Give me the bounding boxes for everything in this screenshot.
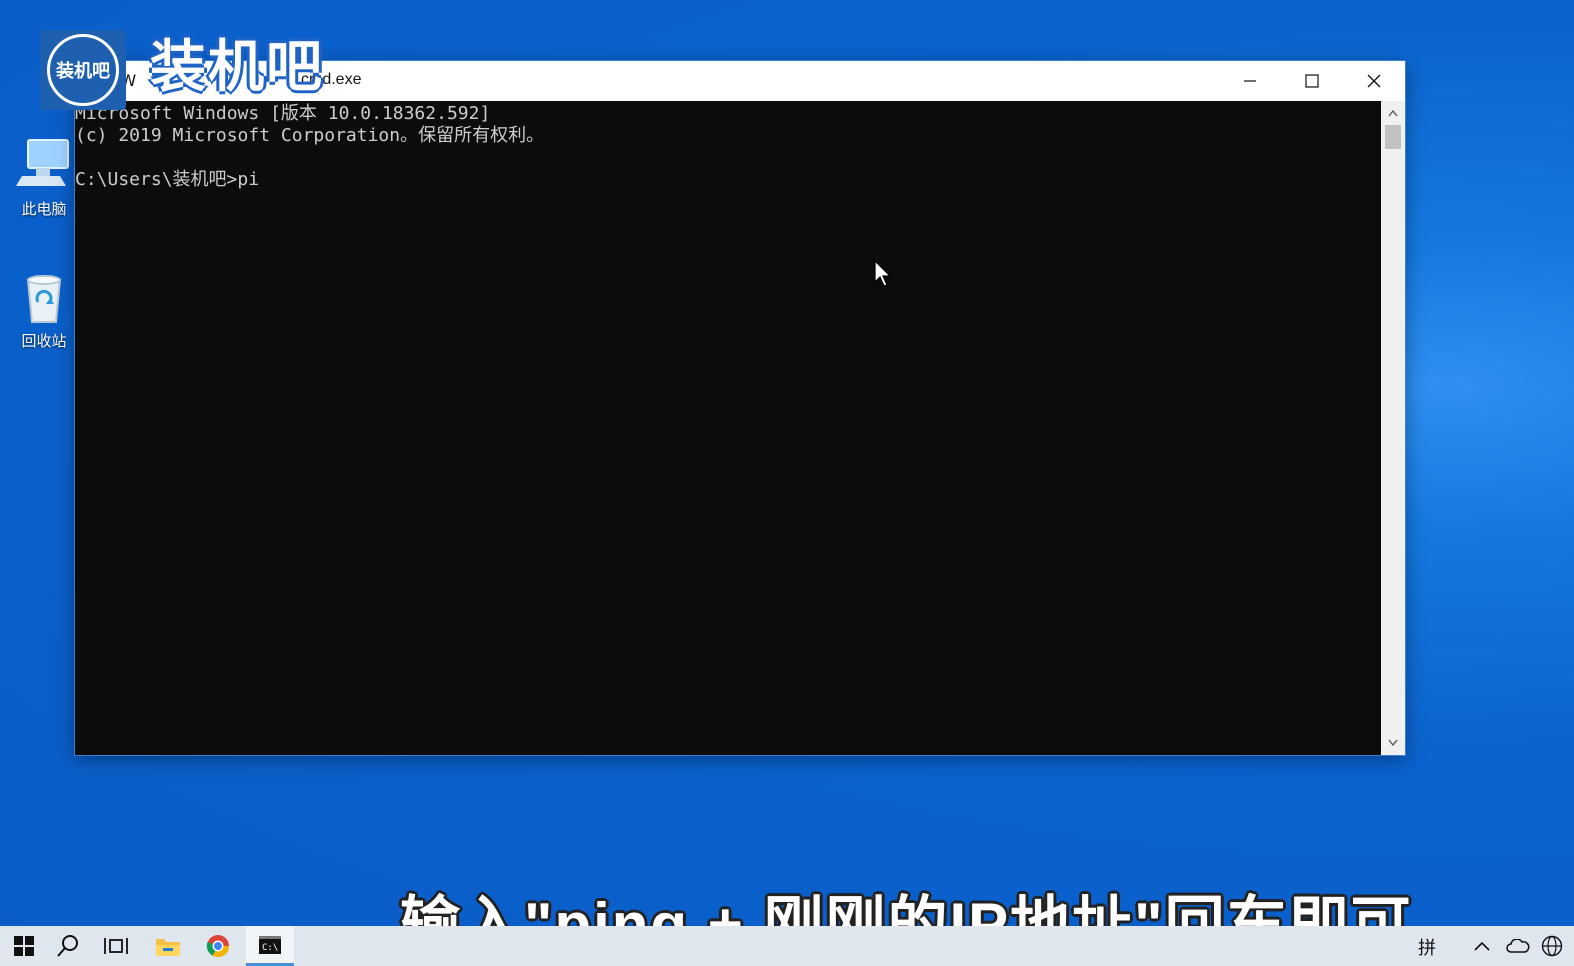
chrome-button[interactable] — [194, 926, 242, 966]
desktop-icon-label: 此电脑 — [21, 200, 67, 218]
task-view-button[interactable] — [92, 926, 140, 966]
scroll-up-button[interactable] — [1381, 103, 1405, 123]
search-button[interactable] — [44, 926, 92, 966]
chevron-up-icon — [1474, 941, 1490, 951]
chevron-up-icon — [1388, 109, 1398, 117]
start-button[interactable] — [0, 926, 48, 966]
watermark-badge: 装机吧 — [40, 30, 126, 110]
network-icon — [1541, 935, 1563, 957]
onedrive-icon — [1506, 939, 1530, 953]
task-view-icon — [104, 938, 128, 954]
console-output[interactable]: Microsoft Windows [版本 10.0.18362.592] (c… — [75, 101, 1381, 755]
cmd-taskbar-button[interactable]: C:\ — [246, 926, 294, 966]
recycle-bin-icon — [16, 268, 72, 324]
chrome-icon — [206, 935, 229, 957]
console-line: Microsoft Windows [版本 10.0.18362.592] — [75, 103, 491, 124]
taskbar: C:\ 拼 — [0, 926, 1574, 966]
watermark-badge-circle: 装机吧 — [47, 34, 119, 106]
ime-indicator[interactable]: 拼 — [1418, 934, 1436, 960]
search-icon — [57, 935, 78, 957]
cmd-icon: C:\ — [259, 935, 281, 954]
minimize-icon — [1244, 80, 1256, 82]
network-button[interactable] — [1532, 926, 1572, 966]
minimize-button[interactable] — [1219, 61, 1281, 101]
start-icon — [14, 936, 34, 956]
desktop-icon-label: 回收站 — [21, 332, 67, 350]
vertical-scrollbar[interactable] — [1381, 101, 1405, 755]
mouse-cursor-icon — [874, 260, 892, 287]
desktop-icon-this-pc[interactable]: 此电脑 — [8, 136, 80, 219]
maximize-icon — [1305, 74, 1319, 88]
desktop: { "desktop": { "icons": [ {"label": "此电脑… — [0, 0, 1574, 966]
svg-text:C:\: C:\ — [262, 943, 278, 953]
scroll-down-button[interactable] — [1381, 733, 1405, 753]
show-hidden-icons-button[interactable] — [1462, 926, 1502, 966]
file-explorer-icon — [156, 939, 180, 956]
computer-icon — [16, 136, 72, 192]
console-line: (c) 2019 Microsoft Corporation。保留所有权利。 — [75, 125, 545, 146]
watermark-logo-text: 装机吧 — [150, 35, 324, 100]
chevron-down-icon — [1388, 739, 1398, 747]
cmd-window[interactable]: \W cmd.exe Microsoft Windows [版本 10.0.18… — [74, 60, 1406, 756]
scrollbar-thumb[interactable] — [1385, 125, 1401, 149]
close-button[interactable] — [1343, 61, 1405, 101]
console-prompt-line: C:\Users\装机吧>pi — [75, 169, 260, 190]
maximize-button[interactable] — [1281, 61, 1343, 101]
close-icon — [1367, 74, 1381, 88]
desktop-icon-recycle-bin[interactable]: 回收站 — [8, 268, 80, 351]
file-explorer-button[interactable] — [144, 926, 192, 966]
